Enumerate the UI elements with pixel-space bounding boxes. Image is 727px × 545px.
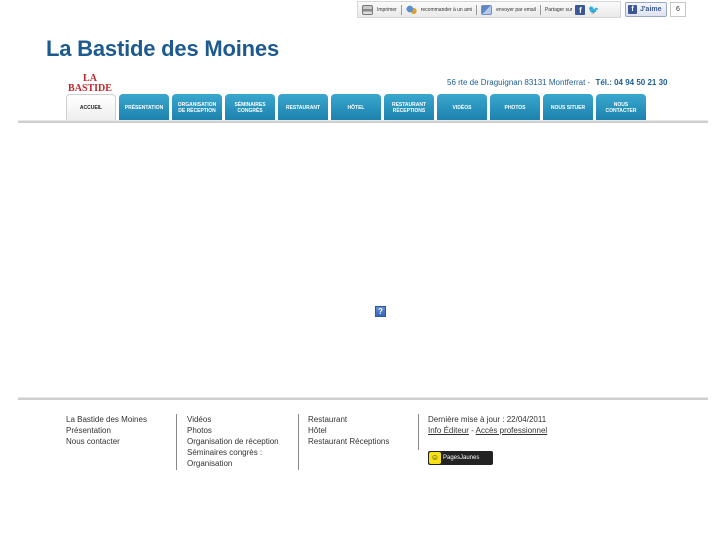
print-label: Imprimer: [377, 6, 397, 13]
info-editeur-link[interactable]: Info Éditeur: [428, 426, 469, 435]
email-label: envoyer par email: [496, 6, 536, 13]
like-label: J'aime: [640, 6, 662, 13]
footer-link[interactable]: Restaurant Réceptions: [308, 436, 389, 447]
header-divider: [18, 120, 708, 123]
tab-restaurant[interactable]: Restaurant: [278, 94, 328, 121]
footer-pro-links: Info Éditeur - Accès professionnel: [428, 425, 547, 436]
tab-hotel[interactable]: Hôtel: [331, 94, 381, 121]
footer-link[interactable]: La Bastide des Moines: [66, 414, 147, 425]
footer-link[interactable]: Présentation: [66, 425, 147, 436]
footer-separator: [418, 414, 419, 450]
like-count: 6: [670, 2, 686, 17]
users-icon: [405, 4, 417, 15]
tab-restaurant-receptions[interactable]: Restaurant réceptions: [384, 94, 434, 121]
footer-link[interactable]: Restaurant: [308, 414, 389, 425]
tab-nous-situer[interactable]: Nous situer: [543, 94, 593, 121]
share-label: Partager sur: [544, 6, 573, 13]
tab-nous-contacter[interactable]: Nous contacter: [596, 94, 646, 121]
link-separator: -: [471, 426, 474, 435]
site-title[interactable]: La Bastide des Moines: [46, 36, 279, 62]
twitter-icon[interactable]: 🐦: [588, 5, 599, 15]
tab-photos[interactable]: Photos: [490, 94, 540, 121]
footer-link[interactable]: Séminaires congrès :: [187, 447, 279, 458]
footer-separator: [176, 414, 177, 470]
pagesjaunes-logo-icon: ☺: [429, 452, 441, 464]
recommend-button[interactable]: recommander à un ami: [402, 4, 476, 15]
footer-link[interactable]: Photos: [187, 425, 279, 436]
tab-presentation[interactable]: Présentation: [119, 94, 169, 121]
main-nav: Accueil Présentation Organisation de réc…: [66, 94, 646, 121]
footer-column-1: La Bastide des Moines Présentation Nous …: [66, 414, 147, 447]
pagesjaunes-badge[interactable]: ☺ PagesJaunes: [428, 451, 493, 465]
address-bar: 56 rte de Draguignan 83131 Montferrat - …: [447, 78, 668, 87]
footer-column-2: Vidéos Photos Organisation de réception …: [187, 414, 279, 469]
footer-link[interactable]: Organisation: [187, 458, 279, 469]
footer-link[interactable]: Organisation de réception: [187, 436, 279, 447]
footer-separator: [298, 414, 299, 470]
pagesjaunes-label: PagesJaunes: [443, 455, 480, 461]
tab-accueil[interactable]: Accueil: [66, 94, 116, 121]
footer-column-4: Dernière mise à jour : 22/04/2011 Info É…: [428, 414, 547, 436]
footer-link[interactable]: Nous contacter: [66, 436, 147, 447]
logo[interactable]: LA BASTIDE: [62, 74, 118, 94]
recommend-label: recommander à un ami: [420, 6, 473, 13]
footer-link[interactable]: Hôtel: [308, 425, 389, 436]
footer-link[interactable]: Vidéos: [187, 414, 279, 425]
acces-professionnel-link[interactable]: Accès professionnel: [476, 426, 548, 435]
tab-videos[interactable]: Vidéos: [437, 94, 487, 121]
footer-divider: [18, 397, 708, 400]
footer-column-3: Restaurant Hôtel Restaurant Réceptions: [308, 414, 389, 447]
email-icon: [481, 4, 493, 15]
share-group: Partager sur f 🐦: [541, 4, 604, 15]
printer-icon: [362, 4, 373, 15]
email-button[interactable]: envoyer par email: [477, 4, 540, 15]
address-text: 56 rte de Draguignan 83131 Montferrat -: [447, 78, 591, 87]
share-toolbar: Imprimer recommander à un ami envoyer pa…: [357, 1, 621, 18]
tab-seminaires-congres[interactable]: Séminaires congrès: [225, 94, 275, 121]
missing-plugin-icon[interactable]: ?: [375, 306, 386, 317]
phone-number: Tél.: 04 94 50 21 30: [595, 78, 668, 87]
facebook-icon: f: [628, 5, 637, 14]
last-update: Dernière mise à jour : 22/04/2011: [428, 415, 547, 424]
print-button[interactable]: Imprimer: [358, 4, 401, 15]
tab-organisation-reception[interactable]: Organisation de réception: [172, 94, 222, 121]
facebook-like-button[interactable]: f J'aime: [625, 2, 667, 17]
facebook-icon[interactable]: f: [575, 4, 586, 15]
